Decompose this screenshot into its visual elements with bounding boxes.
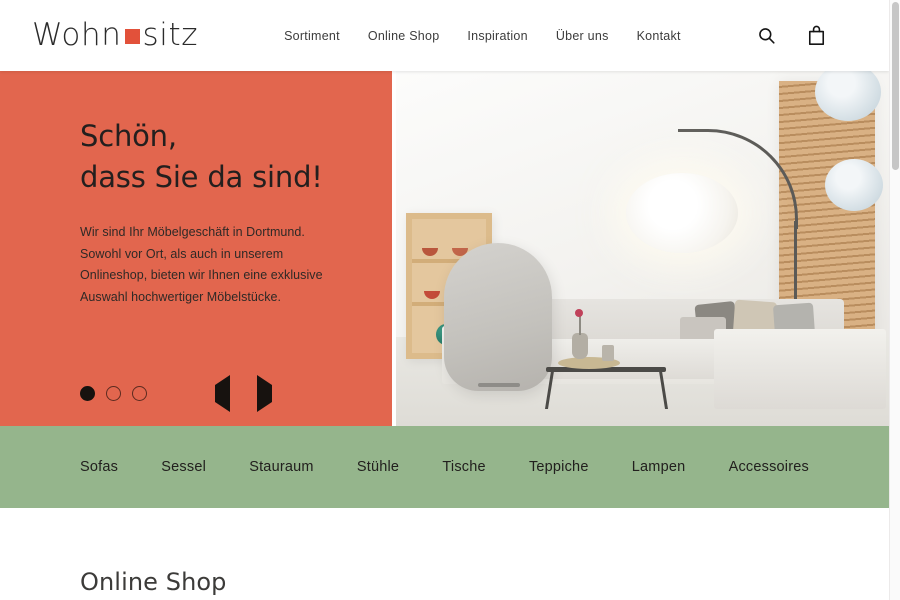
hero-paragraph: Wir sind Ihr Möbelgeschäft in Dortmund. … [80, 225, 323, 304]
page-root: Wohn sitz Sortiment Online Shop Inspirat… [0, 0, 900, 600]
nav-item-kontakt[interactable]: Kontakt [637, 29, 681, 43]
carousel-dot-1[interactable] [80, 386, 95, 401]
carousel-dot-2[interactable] [106, 386, 121, 401]
category-link-stauraum[interactable]: Stauraum [249, 459, 313, 475]
hero-image-panel [392, 71, 889, 426]
category-link-accessoires[interactable]: Accessoires [729, 459, 809, 475]
page-scrollbar[interactable] [889, 0, 900, 600]
category-link-sessel[interactable]: Sessel [161, 459, 206, 475]
hero-living-room-photo [396, 71, 889, 426]
hero-title-line-2: dass Sie da sind! [80, 160, 323, 195]
header-icon-group [755, 24, 889, 48]
sofa-chaise [714, 329, 886, 409]
online-shop-section: Online Shop [0, 508, 889, 596]
logo-text-first: Wohn [32, 17, 122, 53]
section-title: Online Shop [80, 568, 227, 596]
nav-item-inspiration[interactable]: Inspiration [467, 29, 527, 43]
hero-text-panel: Schön, dass Sie da sind! Wir sind Ihr Mö… [0, 71, 392, 426]
arc-lamp-shade [626, 173, 738, 253]
page-viewport: Wohn sitz Sortiment Online Shop Inspirat… [0, 0, 889, 600]
category-link-teppiche[interactable]: Teppiche [529, 459, 589, 475]
carousel-dot-3[interactable] [132, 386, 147, 401]
category-link-sofas[interactable]: Sofas [80, 459, 118, 475]
hero-section: Schön, dass Sie da sind! Wir sind Ihr Mö… [0, 71, 889, 426]
carousel-dots [80, 386, 147, 401]
nav-item-online-shop[interactable]: Online Shop [368, 29, 440, 43]
nav-item-ueber-uns[interactable]: Über uns [556, 29, 609, 43]
category-link-stuehle[interactable]: Stühle [357, 459, 399, 475]
hero-title: Schön, dass Sie da sind! [80, 116, 352, 198]
site-logo[interactable]: Wohn sitz [32, 20, 198, 51]
category-link-tische[interactable]: Tische [442, 459, 485, 475]
shopping-bag-icon[interactable] [805, 24, 827, 48]
category-bar: Sofas Sessel Stauraum Stühle Tische Tepp… [0, 426, 889, 508]
category-link-lampen[interactable]: Lampen [632, 459, 686, 475]
pendant-lamp-2 [825, 159, 883, 211]
scrollbar-thumb[interactable] [892, 2, 899, 170]
search-icon[interactable] [755, 24, 777, 48]
nav-item-sortiment[interactable]: Sortiment [284, 29, 340, 43]
logo-square-icon [124, 29, 140, 44]
logo-text-second: sitz [142, 17, 199, 53]
site-header: Wohn sitz Sortiment Online Shop Inspirat… [0, 0, 889, 71]
hero-title-line-1: Schön, [80, 119, 177, 153]
hero-carousel-controls [80, 374, 272, 412]
lounge-armchair [444, 243, 552, 391]
main-navigation: Sortiment Online Shop Inspiration Über u… [284, 29, 681, 43]
